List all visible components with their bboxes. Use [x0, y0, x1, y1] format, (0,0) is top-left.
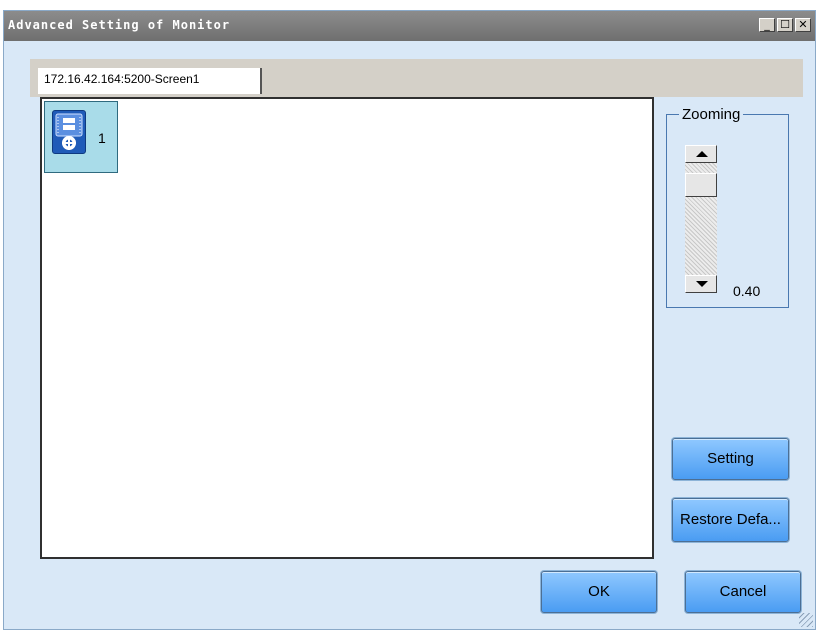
screen-canvas[interactable]: 1: [40, 97, 654, 559]
zoom-up-button[interactable]: [685, 145, 717, 163]
zoom-value: 0.40: [733, 283, 761, 299]
cabinet-1[interactable]: 1: [44, 101, 118, 173]
title-bar[interactable]: Advanced Setting of Monitor _ ☐ ✕: [4, 11, 815, 41]
cancel-button[interactable]: Cancel: [685, 571, 801, 613]
advanced-monitor-dialog: Advanced Setting of Monitor _ ☐ ✕ 172.16…: [3, 10, 816, 630]
receiving-card-icon: [52, 110, 86, 154]
maximize-button[interactable]: ☐: [777, 18, 793, 32]
zoom-scrollbar[interactable]: [685, 145, 717, 293]
arrow-up-icon: [696, 151, 708, 157]
zooming-legend: Zooming: [679, 106, 744, 123]
close-button[interactable]: ✕: [795, 18, 811, 32]
zoom-scroll-thumb[interactable]: [685, 173, 717, 197]
tab-screen1[interactable]: 172.16.42.164:5200-Screen1: [38, 68, 262, 94]
window-title: Advanced Setting of Monitor: [8, 18, 231, 32]
minimize-button[interactable]: _: [759, 18, 775, 32]
cabinet-label: 1: [98, 130, 106, 146]
zoom-down-button[interactable]: [685, 275, 717, 293]
restore-defaults-button[interactable]: Restore Defa...: [672, 498, 789, 542]
screen-tab-strip: 172.16.42.164:5200-Screen1: [30, 59, 803, 97]
setting-button[interactable]: Setting: [672, 438, 789, 480]
resize-grip[interactable]: [799, 613, 813, 627]
zooming-groupbox: Zooming 0.40: [666, 106, 789, 308]
ok-button[interactable]: OK: [541, 571, 657, 613]
arrow-down-icon: [696, 281, 708, 287]
